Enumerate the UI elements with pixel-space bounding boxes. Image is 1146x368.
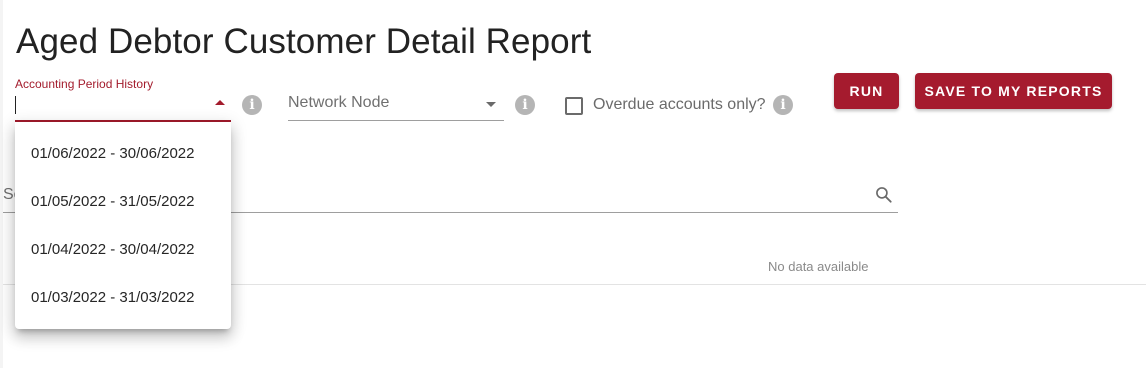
accounting-period-label: Accounting Period History xyxy=(15,77,154,91)
accounting-period-select[interactable]: Accounting Period History xyxy=(15,74,231,122)
chevron-down-icon[interactable] xyxy=(486,102,496,107)
network-node-select[interactable]: Network Node xyxy=(288,86,504,122)
dropdown-option[interactable]: 01/04/2022 - 30/04/2022 xyxy=(15,226,231,274)
dropdown-option[interactable]: 01/03/2022 - 31/03/2022 xyxy=(15,274,231,322)
info-icon[interactable]: i xyxy=(515,95,535,115)
text-cursor xyxy=(15,96,16,114)
search-icon[interactable] xyxy=(874,185,894,205)
chevron-up-icon[interactable] xyxy=(215,100,225,105)
accounting-period-dropdown: 01/06/2022 - 30/06/2022 01/05/2022 - 31/… xyxy=(15,122,231,329)
run-button[interactable]: RUN xyxy=(834,73,899,109)
checkbox-box[interactable] xyxy=(565,97,583,115)
info-icon[interactable]: i xyxy=(242,95,262,115)
dropdown-option[interactable]: 01/05/2022 - 31/05/2022 xyxy=(15,178,231,226)
no-data-message: No data available xyxy=(768,259,869,274)
info-icon[interactable]: i xyxy=(773,95,793,115)
overdue-accounts-label[interactable]: Overdue accounts only? xyxy=(593,95,766,115)
save-to-my-reports-button[interactable]: SAVE TO MY REPORTS xyxy=(915,73,1112,109)
network-node-underline xyxy=(288,120,504,121)
network-node-placeholder: Network Node xyxy=(288,94,390,111)
dropdown-option[interactable]: 01/06/2022 - 30/06/2022 xyxy=(15,130,231,178)
page-title: Aged Debtor Customer Detail Report xyxy=(16,22,592,61)
